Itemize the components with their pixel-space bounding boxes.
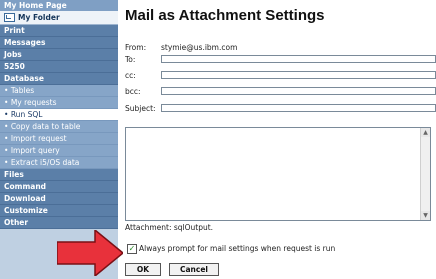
from-label: From: bbox=[125, 43, 147, 52]
message-scrollbar[interactable]: ▲ ▼ bbox=[420, 128, 430, 220]
folder-icon bbox=[4, 13, 15, 22]
sidebar-item-5250[interactable]: 5250 bbox=[0, 61, 118, 73]
sidebar-item-download[interactable]: Download bbox=[0, 193, 118, 205]
sidebar-item-other[interactable]: Other bbox=[0, 217, 118, 229]
sidebar-sub-import-query[interactable]: • Import query bbox=[0, 145, 118, 157]
always-prompt-checkbox[interactable]: ✓ bbox=[127, 244, 137, 254]
page-title: Mail as Attachment Settings bbox=[125, 7, 325, 24]
sidebar-item-files[interactable]: Files bbox=[0, 169, 118, 181]
sidebar-item-jobs[interactable]: Jobs bbox=[0, 49, 118, 61]
message-body[interactable]: ▲ ▼ bbox=[125, 127, 431, 221]
scroll-up-icon[interactable]: ▲ bbox=[421, 128, 430, 137]
subject-label: Subject: bbox=[125, 104, 156, 113]
to-label: To: bbox=[125, 55, 136, 64]
sidebar-sub-import-request[interactable]: • Import request bbox=[0, 133, 118, 145]
sidebar-sub-my-requests[interactable]: • My requests bbox=[0, 97, 118, 109]
always-prompt-label: Always prompt for mail settings when req… bbox=[139, 244, 336, 253]
sidebar-item-database[interactable]: Database bbox=[0, 73, 118, 85]
red-arrow-icon bbox=[57, 230, 123, 276]
sidebar-sub-run-sql[interactable]: • Run SQL bbox=[0, 109, 118, 121]
sidebar-folder-label: My Folder bbox=[18, 13, 60, 22]
attachment-label: Attachment: sqlOutput. bbox=[125, 223, 214, 232]
from-value: stymie@us.ibm.com bbox=[161, 43, 238, 52]
ok-button[interactable]: OK bbox=[125, 263, 161, 276]
cancel-button[interactable]: Cancel bbox=[169, 263, 219, 276]
check-icon: ✓ bbox=[128, 244, 136, 253]
cc-label: cc: bbox=[125, 71, 136, 80]
sidebar-item-command[interactable]: Command bbox=[0, 181, 118, 193]
bcc-label: bcc: bbox=[125, 87, 141, 96]
bcc-input[interactable] bbox=[161, 87, 436, 95]
sidebar-item-print[interactable]: Print bbox=[0, 25, 118, 37]
sidebar-home[interactable]: My Home Page bbox=[0, 0, 118, 11]
sidebar-sub-tables[interactable]: • Tables bbox=[0, 85, 118, 97]
sidebar-item-customize[interactable]: Customize bbox=[0, 205, 118, 217]
sidebar-sub-extract-data[interactable]: • Extract i5/OS data bbox=[0, 157, 118, 169]
sidebar-my-folder[interactable]: My Folder bbox=[0, 11, 118, 25]
to-input[interactable] bbox=[161, 55, 436, 63]
sidebar-item-messages[interactable]: Messages bbox=[0, 37, 118, 49]
scroll-down-icon[interactable]: ▼ bbox=[421, 211, 430, 220]
subject-input[interactable] bbox=[161, 104, 436, 112]
main-panel: Mail as Attachment Settings From: stymie… bbox=[118, 0, 436, 279]
cc-input[interactable] bbox=[161, 71, 436, 79]
sidebar-sub-copy-data[interactable]: • Copy data to table bbox=[0, 121, 118, 133]
